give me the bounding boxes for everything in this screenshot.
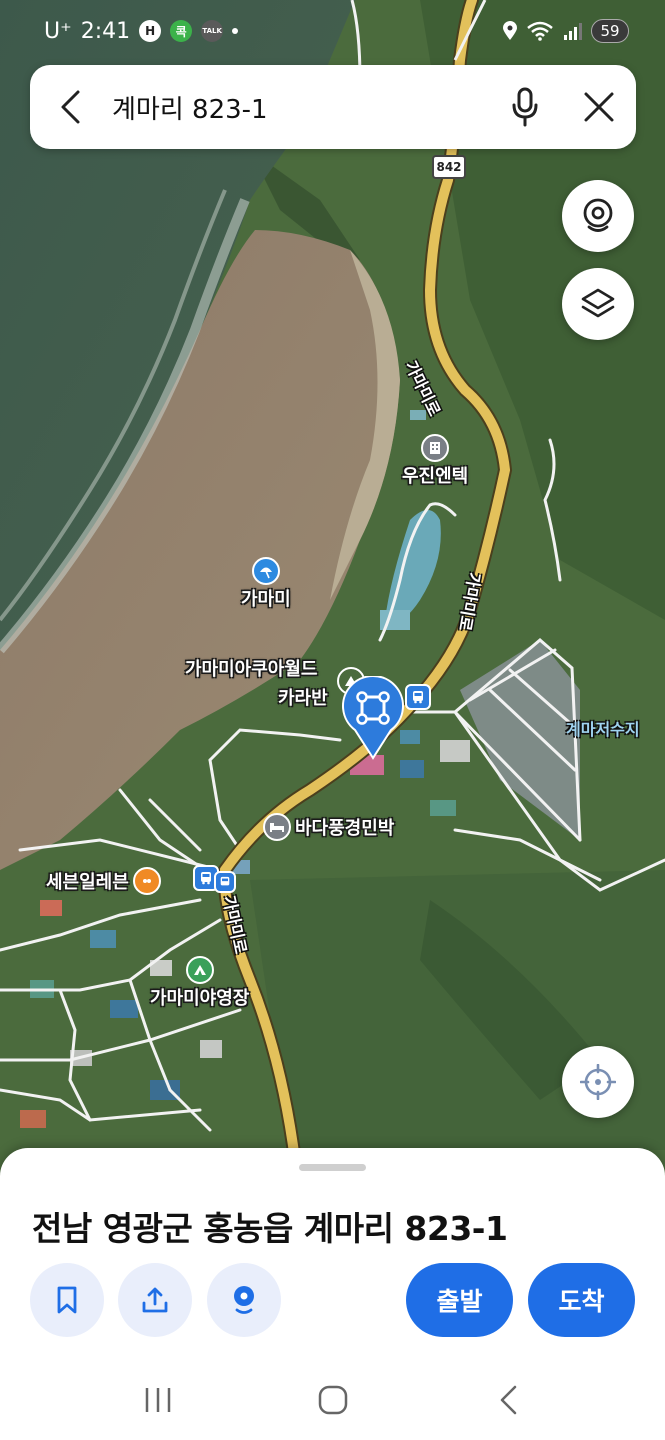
poi-karaban[interactable]: 카라반 xyxy=(278,684,328,710)
carrier-label: U⁺ xyxy=(44,18,72,44)
place-address: 전남 영광군 홍농읍 계마리 823-1 xyxy=(32,1209,508,1248)
clear-search-button[interactable] xyxy=(562,65,636,149)
arrive-button[interactable]: 도착 xyxy=(528,1263,635,1337)
building-icon xyxy=(421,434,450,462)
poi-woojin-entech[interactable]: 우진엔텍 xyxy=(402,434,468,488)
destination-pin[interactable] xyxy=(341,675,405,760)
street-view-preview-button[interactable] xyxy=(207,1263,281,1337)
street-view-button[interactable] xyxy=(562,180,634,252)
poi-minbak[interactable]: 바다풍경민박 xyxy=(263,813,394,841)
poi-label: 세븐일레븐 xyxy=(46,872,129,893)
poi-aquaworld[interactable]: 가마미아쿠아월드 xyxy=(185,655,317,681)
clock: 2:41 xyxy=(80,18,131,44)
location-icon xyxy=(503,21,517,40)
bookmark-icon xyxy=(57,1286,77,1314)
route-number: 842 xyxy=(436,160,462,174)
my-location-button[interactable] xyxy=(562,1046,634,1118)
recent-apps-button[interactable] xyxy=(118,1370,198,1430)
bus-stop-icon[interactable] xyxy=(214,871,236,893)
reservoir-label: 계마저수지 xyxy=(566,720,640,739)
share-button[interactable] xyxy=(118,1263,192,1337)
search-query-text[interactable]: 계마리 823-1 xyxy=(110,89,488,126)
home-button[interactable] xyxy=(293,1370,373,1430)
poi-label: 가마미야영장 xyxy=(150,988,250,1009)
street-view-camera-icon xyxy=(234,1286,254,1314)
system-navigation-bar xyxy=(0,1360,665,1440)
status-left: U⁺ 2:41 H 콕 TALK xyxy=(44,18,239,44)
bus-stop-icon[interactable] xyxy=(405,684,431,710)
poi-label: 카라반 xyxy=(278,688,328,709)
crosshair-icon xyxy=(580,1064,616,1100)
poi-label: 바다풍경민박 xyxy=(295,818,395,839)
recent-apps-icon xyxy=(145,1388,170,1412)
poi-gamami-beach[interactable]: 가마미 xyxy=(241,557,291,611)
battery-indicator: 59 xyxy=(591,19,629,43)
map-layers-button[interactable] xyxy=(562,268,634,340)
share-icon xyxy=(142,1287,168,1313)
close-icon xyxy=(584,92,614,122)
status-right: 59 xyxy=(502,19,629,43)
poi-label: 가마미 xyxy=(241,589,291,610)
beach-umbrella-icon xyxy=(251,557,280,585)
home-icon xyxy=(318,1385,347,1415)
microphone-icon xyxy=(512,87,538,127)
back-arrow-icon xyxy=(61,90,80,124)
tent-icon xyxy=(185,956,214,984)
depart-button[interactable]: 출발 xyxy=(406,1263,513,1337)
search-bar[interactable]: 계마리 823-1 xyxy=(30,65,636,149)
kakaotalk-notification-icon: TALK xyxy=(201,20,224,42)
poi-label: 우진엔텍 xyxy=(402,466,469,487)
signal-icon xyxy=(564,23,582,40)
street-view-camera-icon xyxy=(583,198,613,232)
h-notification-icon: H xyxy=(139,20,162,42)
back-nav-button[interactable] xyxy=(468,1370,548,1430)
poi-label: 가마미아쿠아월드 xyxy=(185,659,318,680)
kok-notification-icon: 콕 xyxy=(170,20,193,42)
layers-icon xyxy=(581,288,615,318)
more-notifications-icon xyxy=(232,28,239,34)
poi-seven-eleven[interactable]: 세븐일레븐 xyxy=(46,867,161,895)
route-842-shield: 842 xyxy=(432,155,466,179)
status-bar: U⁺ 2:41 H 콕 TALK 59 xyxy=(0,0,665,62)
voice-search-button[interactable] xyxy=(488,65,562,149)
poi-campground[interactable]: 가마미야영장 xyxy=(150,956,249,1010)
save-bookmark-button[interactable] xyxy=(30,1263,104,1337)
back-chevron-icon xyxy=(500,1385,516,1415)
sheet-drag-handle[interactable] xyxy=(299,1164,366,1171)
convenience-store-icon xyxy=(132,867,161,895)
back-button[interactable] xyxy=(30,65,110,149)
bed-icon xyxy=(263,813,291,841)
wifi-icon xyxy=(527,21,553,41)
